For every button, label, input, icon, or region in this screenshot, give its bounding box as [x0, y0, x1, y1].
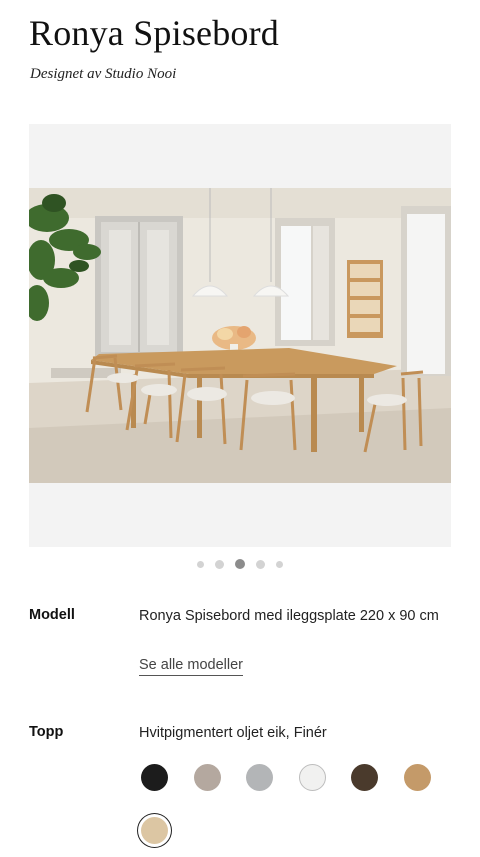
gallery-dot[interactable] — [215, 559, 224, 569]
top-label: Topp — [29, 724, 64, 740]
product-designer: Designet av Studio Nooi — [30, 66, 177, 82]
see-all-models-link[interactable]: Se alle modeller — [139, 657, 243, 676]
swatch-oak[interactable] — [404, 764, 431, 791]
swatch-taupe[interactable] — [194, 764, 221, 791]
swatch-white-pigmented-oak[interactable] — [141, 817, 168, 844]
gallery-dot-active[interactable] — [235, 559, 245, 569]
gallery-dot[interactable] — [256, 559, 265, 569]
product-title: Ronya Spisebord — [29, 13, 279, 53]
swatch-white[interactable] — [299, 764, 326, 791]
top-value: Hvitpigmentert oljet eik, Finér — [139, 725, 327, 741]
swatch-dark-brown[interactable] — [351, 764, 378, 791]
model-label: Modell — [29, 607, 75, 623]
product-image-gallery[interactable] — [29, 124, 451, 547]
swatch-grey[interactable] — [246, 764, 273, 791]
model-value: Ronya Spisebord med ileggsplate 220 x 90… — [139, 608, 439, 624]
swatch-black[interactable] — [141, 764, 168, 791]
gallery-dot[interactable] — [276, 560, 283, 568]
gallery-pagination — [0, 559, 480, 569]
gallery-dot[interactable] — [197, 560, 204, 568]
product-image — [29, 188, 451, 483]
